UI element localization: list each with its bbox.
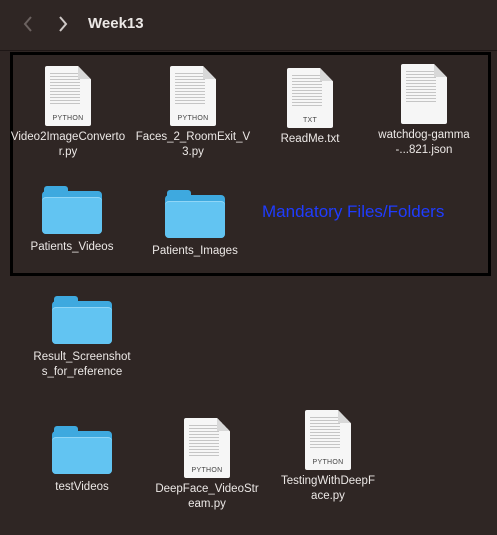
window-title: Week13	[88, 15, 144, 32]
json-file-icon	[401, 64, 447, 124]
file-item-faces-2-roomexit[interactable]: PYTHON Faces_2_RoomExit_V3.py	[133, 58, 253, 160]
file-name: DeepFace_VideoStream.py	[155, 483, 259, 510]
file-item-deepface-videostream[interactable]: PYTHON DeepFace_VideoStream.py	[147, 410, 267, 512]
folder-name: Result_Screenshots_for_reference	[33, 351, 131, 378]
file-name: ReadMe.txt	[280, 133, 340, 145]
toolbar-divider	[0, 50, 497, 51]
folder-name: Patients_Videos	[30, 241, 114, 253]
python-file-icon: PYTHON	[170, 66, 216, 126]
folder-item-testvideos[interactable]: testVideos	[22, 412, 142, 495]
python-file-icon: PYTHON	[184, 418, 230, 478]
back-button[interactable]	[18, 12, 38, 36]
file-name: Faces_2_RoomExit_V3.py	[135, 131, 251, 158]
chevron-left-icon	[23, 16, 32, 32]
file-item-watchdog-json[interactable]: watchdog-gamma-...821.json	[364, 56, 484, 158]
file-item-testingwithdeepface[interactable]: PYTHON TestingWithDeepFace.py	[268, 402, 388, 504]
file-name: Video2ImageConvertor.py	[10, 131, 126, 158]
folder-item-patients-images[interactable]: Patients_Images	[135, 176, 255, 259]
toolbar: Week13	[0, 0, 497, 50]
folder-name: Patients_Images	[152, 245, 238, 257]
folder-name: testVideos	[55, 481, 109, 493]
python-file-icon: PYTHON	[45, 66, 91, 126]
folder-icon	[42, 186, 102, 234]
folder-item-patients-videos[interactable]: Patients_Videos	[12, 172, 132, 255]
file-name: watchdog-gamma-...821.json	[378, 129, 470, 156]
folder-icon	[52, 296, 112, 344]
python-file-icon: PYTHON	[305, 410, 351, 470]
mandatory-annotation: Mandatory Files/Folders	[262, 202, 445, 221]
text-file-icon: TXT	[287, 68, 333, 128]
forward-button[interactable]	[53, 12, 73, 36]
file-item-readme[interactable]: TXT ReadMe.txt	[250, 60, 370, 147]
folder-icon	[165, 190, 225, 238]
file-name: TestingWithDeepFace.py	[281, 475, 375, 502]
file-item-video2imageconvertor[interactable]: PYTHON Video2ImageConvertor.py	[8, 58, 128, 160]
chevron-right-icon	[59, 16, 68, 32]
folder-icon	[52, 426, 112, 474]
folder-item-result-screenshots[interactable]: Result_Screenshots_for_reference	[22, 282, 142, 380]
